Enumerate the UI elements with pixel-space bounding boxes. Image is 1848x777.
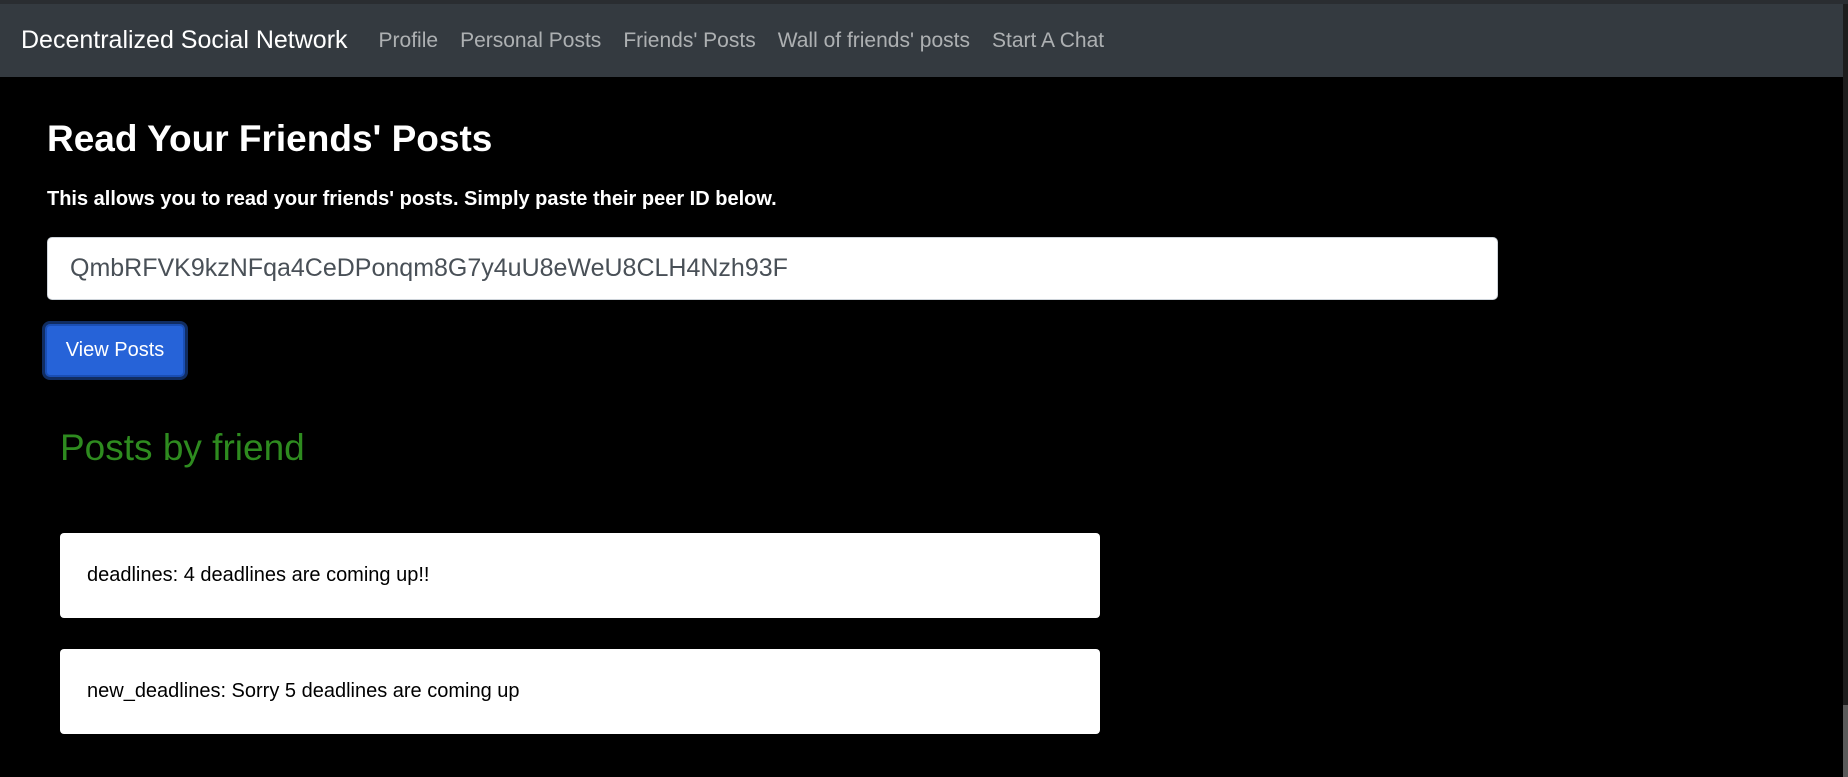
post-card: deadlines: 4 deadlines are coming up!! bbox=[60, 533, 1100, 618]
peer-id-input[interactable] bbox=[47, 237, 1498, 300]
scrollbar-thumb[interactable] bbox=[1843, 705, 1848, 777]
nav-link-personal-posts[interactable]: Personal Posts bbox=[460, 29, 601, 53]
nav-link-profile[interactable]: Profile bbox=[379, 29, 439, 53]
post-text: new_deadlines: Sorry 5 deadlines are com… bbox=[87, 680, 520, 702]
post-list: deadlines: 4 deadlines are coming up!! n… bbox=[60, 533, 1100, 765]
page-title: Read Your Friends' Posts bbox=[47, 118, 493, 159]
navbar: Decentralized Social Network Profile Per… bbox=[0, 4, 1843, 77]
nav-link-wall-of-friends-posts[interactable]: Wall of friends' posts bbox=[778, 29, 970, 53]
post-card: new_deadlines: Sorry 5 deadlines are com… bbox=[60, 649, 1100, 734]
scrollbar-track[interactable] bbox=[1843, 4, 1848, 777]
nav-link-start-a-chat[interactable]: Start A Chat bbox=[992, 29, 1104, 53]
brand-link[interactable]: Decentralized Social Network bbox=[21, 26, 348, 55]
page-subtitle: This allows you to read your friends' po… bbox=[47, 188, 777, 210]
posts-section-title: Posts by friend bbox=[60, 427, 305, 468]
nav-link-friends-posts[interactable]: Friends' Posts bbox=[623, 29, 755, 53]
nav-links: Profile Personal Posts Friends' Posts Wa… bbox=[379, 29, 1127, 53]
post-text: deadlines: 4 deadlines are coming up!! bbox=[87, 564, 430, 586]
view-posts-button[interactable]: View Posts bbox=[45, 324, 185, 377]
